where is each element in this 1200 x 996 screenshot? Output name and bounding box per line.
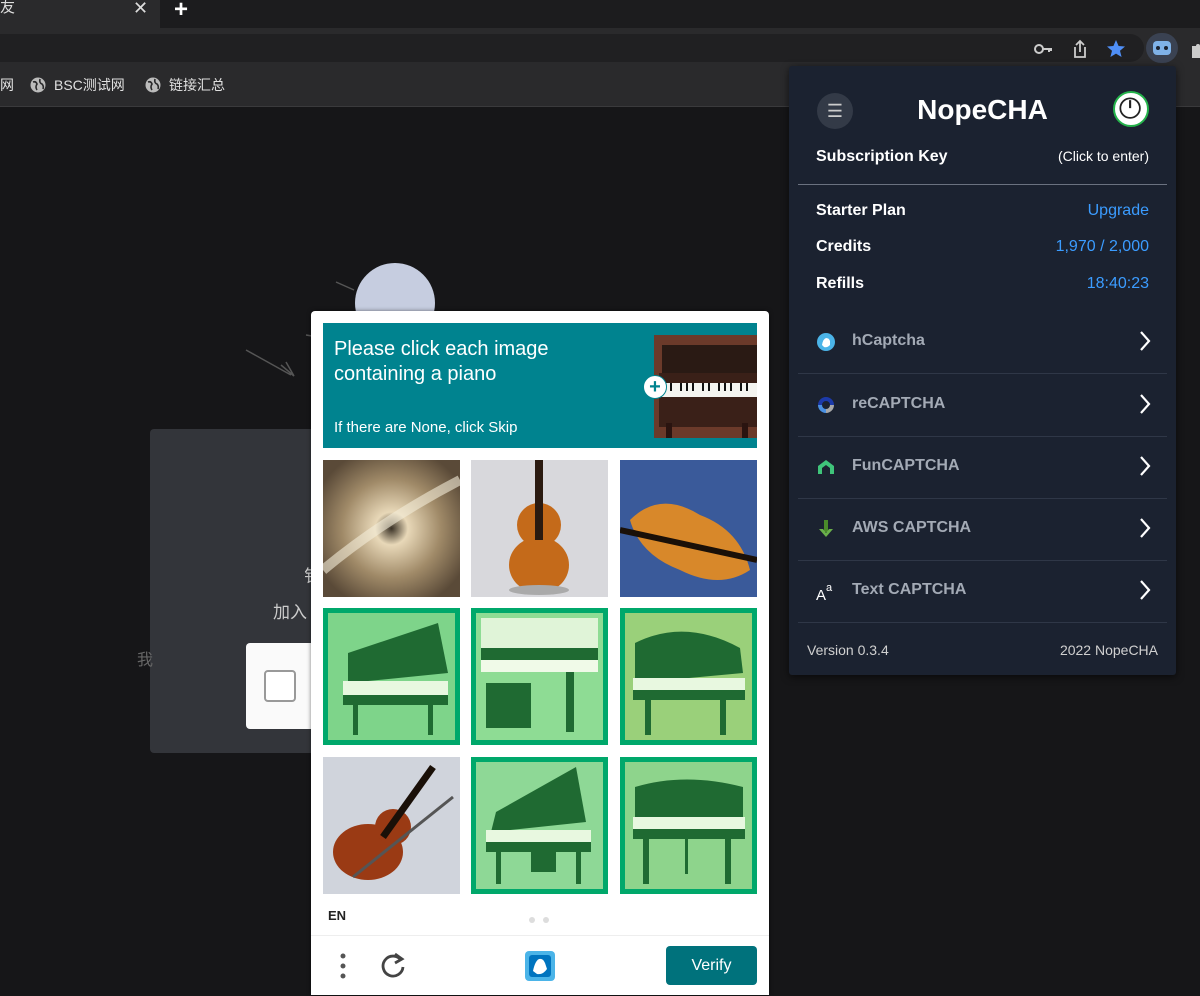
subscription-key-row[interactable]: Subscription Key (Click to enter) [816, 148, 1149, 166]
key-icon[interactable] [1032, 38, 1054, 60]
verify-button[interactable]: Verify [666, 946, 757, 985]
challenge-tile[interactable] [323, 757, 460, 894]
extensions-puzzle-icon[interactable] [1188, 38, 1200, 60]
bookmark-label: 链接汇总 [169, 77, 225, 93]
captcha-item-recaptcha[interactable]: reCAPTCHA [798, 374, 1167, 437]
hcaptcha-icon [817, 333, 835, 351]
chevron-right-icon [1140, 394, 1151, 414]
background-text: 我 [137, 652, 154, 669]
captcha-item-label: hCaptcha [852, 332, 925, 349]
refills-label: Refills [816, 275, 865, 292]
language-selector[interactable]: EN [328, 908, 346, 923]
credits-value: 1,970 / 2,000 [1055, 238, 1149, 255]
challenge-tile-selected[interactable] [620, 608, 757, 745]
credits-row: Credits 1,970 / 2,000 [816, 238, 1149, 256]
new-tab-button[interactable]: + [174, 0, 188, 24]
subscription-key-value[interactable]: (Click to enter) [1058, 148, 1149, 164]
challenge-prompt-text: Please click each image containing a pia… [334, 338, 549, 385]
refills-row: Refills 18:40:23 [816, 275, 1149, 293]
bookmark-label: BSC测试网 [54, 77, 125, 93]
nopecha-popup: ☰ NopeCHA Subscription Key (Click to ent… [789, 66, 1176, 675]
address-bar[interactable] [0, 34, 1144, 62]
challenge-tile[interactable] [620, 460, 757, 597]
pagination-dots [529, 917, 549, 923]
captcha-item-label: AWS CAPTCHA [852, 519, 972, 536]
nopecha-extension-icon[interactable] [1146, 33, 1178, 63]
captcha-item-aws[interactable]: AWS CAPTCHA [798, 498, 1167, 561]
share-icon[interactable] [1069, 38, 1091, 60]
challenge-tile[interactable] [323, 460, 460, 597]
copyright-label: 2022 NopeCHA [1059, 642, 1158, 658]
challenge-prompt: Please click each image containing a pia… [323, 323, 757, 448]
challenge-subprompt: If there are None, click Skip [334, 419, 518, 436]
bookmark-item-links[interactable]: 链接汇总 [145, 75, 225, 95]
chevron-right-icon [1140, 518, 1151, 538]
tab-title: 友 [0, 0, 16, 16]
challenge-tile[interactable] [471, 460, 608, 597]
captcha-item-funcaptcha[interactable]: FunCAPTCHA [798, 436, 1167, 499]
bookmark-item-net[interactable]: 网 [0, 75, 14, 95]
funcaptcha-icon [818, 460, 834, 474]
hcaptcha-checkbox[interactable] [264, 670, 296, 702]
example-image[interactable] [654, 335, 757, 438]
challenge-tile-selected[interactable] [323, 608, 460, 745]
subscription-key-label: Subscription Key [816, 148, 948, 165]
bookmark-star-icon[interactable] [1105, 38, 1127, 60]
captcha-item-hcaptcha[interactable]: hCaptcha [798, 311, 1167, 374]
bookmark-label: 网 [0, 77, 14, 93]
challenge-tile-selected[interactable] [471, 608, 608, 745]
challenge-tile-selected[interactable] [471, 757, 608, 894]
text-captcha-icon: A a [816, 582, 833, 601]
divider [798, 184, 1167, 185]
upgrade-link[interactable]: Upgrade [1088, 202, 1149, 220]
chevron-right-icon [1140, 580, 1151, 600]
hcaptcha-challenge: Please click each image containing a pia… [311, 311, 769, 995]
captcha-item-label: FunCAPTCHA [852, 457, 960, 474]
svg-text:a: a [826, 582, 833, 594]
globe-icon [30, 77, 46, 93]
captcha-item-label: reCAPTCHA [852, 395, 946, 412]
challenge-tile-selected[interactable] [620, 757, 757, 894]
globe-icon [145, 77, 161, 93]
plan-label: Starter Plan [816, 202, 906, 219]
version-label: Version 0.3.4 [807, 642, 889, 658]
recaptcha-icon [818, 397, 834, 413]
expand-example-icon[interactable]: + [643, 375, 667, 399]
hcaptcha-logo-icon [525, 951, 555, 981]
aws-icon [819, 520, 833, 537]
tab-close-icon[interactable]: ✕ [133, 0, 148, 19]
refills-value: 18:40:23 [1086, 275, 1149, 292]
svg-text:A: A [816, 587, 826, 601]
plan-row: Starter Plan Upgrade [816, 202, 1149, 220]
chevron-right-icon [1140, 331, 1151, 351]
power-toggle-icon[interactable] [1113, 91, 1149, 127]
captcha-item-label: Text CAPTCHA [852, 581, 967, 598]
captcha-item-text[interactable]: A a Text CAPTCHA [798, 560, 1167, 623]
refresh-icon[interactable] [379, 949, 407, 981]
background-text: 加入 [273, 603, 307, 622]
bookmark-item-bsc[interactable]: BSC测试网 [30, 75, 125, 95]
credits-label: Credits [816, 238, 872, 255]
menu-dots-icon[interactable] [335, 951, 351, 983]
browser-tab[interactable]: 友 ✕ [0, 0, 160, 28]
chevron-right-icon [1140, 456, 1151, 476]
